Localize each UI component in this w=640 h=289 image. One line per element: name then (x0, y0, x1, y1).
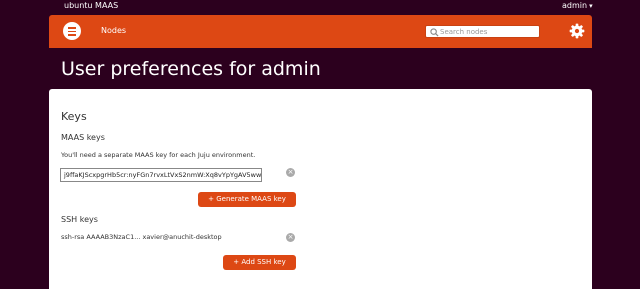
maas-keys-note: You'll need a separate MAAS key for each… (61, 151, 256, 159)
add-ssh-key-button[interactable]: + Add SSH key (223, 255, 296, 270)
user-menu[interactable]: admin ▾ (562, 1, 593, 10)
remove-ssh-key-icon[interactable]: × (286, 233, 295, 242)
gear-icon[interactable] (569, 23, 585, 39)
page-title: User preferences for admin (61, 58, 321, 80)
caret-down-icon: ▾ (589, 2, 593, 10)
brand-logo[interactable]: ubuntu MAAS (64, 1, 118, 10)
maas-keys-heading: MAAS keys (61, 133, 105, 142)
menu-line (68, 30, 76, 32)
ssh-key-entry: ssh-rsa AAAAB3NzaC1... xavier@anuchit-de… (61, 233, 222, 241)
search-icon (430, 28, 439, 37)
main-nav-bar: Nodes (49, 15, 592, 48)
ssh-keys-heading: SSH keys (61, 215, 98, 224)
nav-nodes-link[interactable]: Nodes (101, 26, 126, 35)
preferences-card: Keys MAAS keys You'll need a separate MA… (49, 89, 592, 289)
page-header: User preferences for admin (49, 48, 592, 88)
top-bar: ubuntu MAAS admin ▾ (0, 0, 640, 12)
search-input[interactable] (425, 25, 540, 38)
generate-maas-key-button[interactable]: + Generate MAAS key (198, 192, 296, 207)
keys-heading: Keys (61, 110, 87, 123)
user-name: admin (562, 1, 588, 10)
menu-button[interactable] (63, 22, 81, 40)
menu-line (68, 27, 76, 29)
menu-line (68, 34, 76, 36)
maas-key-field[interactable]: j9ffaKJScxpgrHb5cr:nyFGn7rvxLtVxS2nmW:Xq… (60, 168, 262, 182)
remove-maas-key-icon[interactable]: × (286, 168, 295, 177)
